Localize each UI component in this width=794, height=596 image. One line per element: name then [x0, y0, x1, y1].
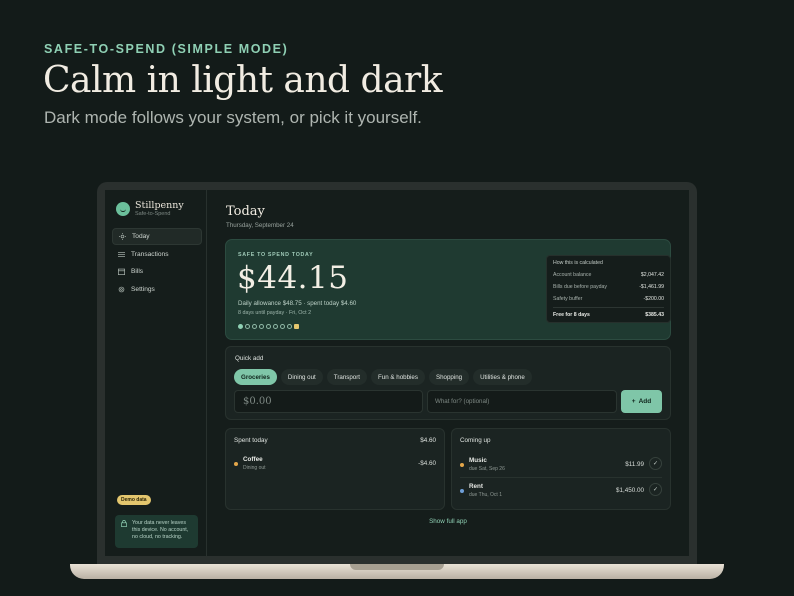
- list-item[interactable]: Music due Sat, Sep 26 $11.99 ✓: [460, 456, 662, 478]
- day-dot: [259, 324, 264, 329]
- spent-today-card: Spent today $4.60 Coffee Dining out -$4.…: [225, 428, 445, 510]
- privacy-text: Your data never leaves this device. No a…: [132, 520, 189, 540]
- category-dot: [234, 462, 238, 466]
- transaction-amount: -$4.60: [418, 460, 436, 467]
- marketing-eyebrow: SAFE-TO-SPEND (SIMPLE MODE): [44, 42, 289, 56]
- sidebar-item-transactions[interactable]: Transactions: [112, 246, 202, 263]
- category-chips: Groceries Dining out Transport Fun & hob…: [234, 369, 532, 385]
- calculation-row-value: -$200.00: [643, 296, 664, 302]
- amount-input[interactable]: $0.00: [234, 390, 423, 413]
- sidebar-nav: Today Transactions Bills Settings: [112, 228, 202, 298]
- mark-paid-check-icon[interactable]: ✓: [649, 483, 662, 496]
- add-button[interactable]: + Add: [621, 390, 662, 413]
- quick-add-card: Quick add Groceries Dining out Transport…: [225, 346, 671, 420]
- spent-today-total: $4.60: [420, 437, 436, 444]
- calculation-row: Safety buffer -$200.00: [553, 293, 664, 305]
- calculation-title: How this is calculated: [553, 260, 603, 266]
- list-item[interactable]: Rent due Thu, Oct 1 $1,450.00 ✓: [460, 482, 662, 504]
- page-title: Today: [226, 204, 265, 219]
- app-name: Stillpenny: [135, 200, 184, 211]
- day-dot: [273, 324, 278, 329]
- app-screen: Stillpenny Safe-to-Spend Today Transacti…: [105, 190, 689, 556]
- bill-name: Music: [469, 457, 487, 464]
- gear-icon: [118, 286, 125, 293]
- sidebar-item-label: Settings: [131, 285, 155, 293]
- app-tagline: Safe-to-Spend: [135, 211, 171, 217]
- day-dot: [266, 324, 271, 329]
- day-dot: [280, 324, 285, 329]
- divider: [460, 477, 662, 478]
- smile-logo-icon: [116, 202, 130, 216]
- sidebar-item-settings[interactable]: Settings: [112, 281, 202, 298]
- sidebar-item-label: Bills: [131, 268, 144, 275]
- calculation-row-label: Account balance: [553, 272, 592, 278]
- laptop-notch: [350, 564, 444, 570]
- marketing-headline: Calm in light and dark: [43, 60, 443, 101]
- category-chip-shopping[interactable]: Shopping: [428, 369, 470, 385]
- bill-dot: [460, 463, 464, 467]
- spent-today-title: Spent today: [234, 437, 268, 444]
- bill-due: due Thu, Oct 1: [469, 492, 502, 498]
- privacy-note: Your data never leaves this device. No a…: [115, 515, 198, 548]
- coming-up-card: Coming up Music due Sat, Sep 26 $11.99 ✓…: [451, 428, 671, 510]
- mark-paid-check-icon[interactable]: ✓: [649, 457, 662, 470]
- day-dot: [245, 324, 250, 329]
- daily-allowance-text: Daily allowance $48.75 · spent today $4.…: [238, 300, 357, 307]
- calculation-total-value: $385.43: [645, 311, 664, 318]
- sidebar-item-bills[interactable]: Bills: [112, 263, 202, 280]
- bill-due: due Sat, Sep 26: [469, 466, 505, 472]
- calculation-row: Account balance $2,047.42: [553, 269, 664, 281]
- marketing-subhead: Dark mode follows your system, or pick i…: [44, 108, 422, 127]
- bill-amount: $11.99: [625, 461, 644, 468]
- calculation-row-value: $2,047.42: [640, 272, 664, 278]
- category-chip-transport[interactable]: Transport: [326, 369, 368, 385]
- payday-dot: [294, 324, 299, 329]
- lock-icon: [121, 520, 127, 530]
- add-button-label: Add: [638, 398, 652, 405]
- main-content: Today Thursday, September 24 SAFE TO SPE…: [207, 190, 689, 556]
- sidebar-item-label: Transactions: [131, 250, 169, 258]
- safe-to-spend-amount: $44.15: [237, 260, 349, 296]
- calculation-total: Free for 8 days $385.43: [553, 307, 664, 319]
- note-input[interactable]: What for? (optional): [427, 390, 617, 413]
- day-dot: [252, 324, 257, 329]
- calculation-row-label: Safety buffer: [553, 296, 583, 302]
- payday-countdown: 8 days until payday · Fri, Oct 2: [238, 310, 312, 316]
- plus-icon: +: [631, 398, 636, 405]
- calculation-row-label: Bills due before payday: [553, 284, 607, 290]
- day-dot: [287, 324, 292, 329]
- payday-progress-dots: [238, 324, 299, 329]
- sidebar: Stillpenny Safe-to-Spend Today Transacti…: [105, 190, 207, 556]
- day-dot: [238, 324, 243, 329]
- category-chip-groceries[interactable]: Groceries: [234, 369, 277, 385]
- brand[interactable]: Stillpenny Safe-to-Spend: [116, 201, 184, 217]
- list-item[interactable]: Coffee Dining out -$4.60: [234, 455, 436, 477]
- calculation-breakdown: How this is calculated Account balance $…: [546, 255, 671, 323]
- sidebar-item-today[interactable]: Today: [112, 228, 202, 245]
- calculation-row-value: -$1,461.99: [639, 284, 664, 290]
- transaction-category: Dining out: [243, 465, 266, 471]
- safe-to-spend-label: SAFE TO SPEND TODAY: [238, 252, 314, 258]
- calculation-total-label: Free for 8 days: [553, 311, 590, 318]
- bill-dot: [460, 489, 464, 493]
- category-chip-utilities-phone[interactable]: Utilities & phone: [473, 369, 532, 385]
- coming-up-title: Coming up: [460, 437, 491, 444]
- category-chip-fun-hobbies[interactable]: Fun & hobbies: [371, 369, 425, 385]
- quick-add-title: Quick add: [235, 355, 264, 362]
- calculation-row: Bills due before payday -$1,461.99: [553, 281, 664, 293]
- bill-name: Rent: [469, 483, 483, 490]
- transaction-name: Coffee: [243, 456, 263, 463]
- bill-amount: $1,450.00: [615, 487, 644, 494]
- show-full-app-link[interactable]: Show full app: [207, 518, 689, 525]
- page-date: Thursday, September 24: [226, 222, 294, 229]
- calendar-icon: [118, 268, 125, 275]
- demo-data-badge: Demo data: [117, 495, 151, 505]
- safe-to-spend-card: SAFE TO SPEND TODAY $44.15 Daily allowan…: [225, 239, 671, 340]
- sidebar-item-label: Today: [132, 233, 150, 240]
- sun-icon: [119, 233, 126, 240]
- list-icon: [118, 251, 125, 258]
- category-chip-dining-out[interactable]: Dining out: [280, 369, 323, 385]
